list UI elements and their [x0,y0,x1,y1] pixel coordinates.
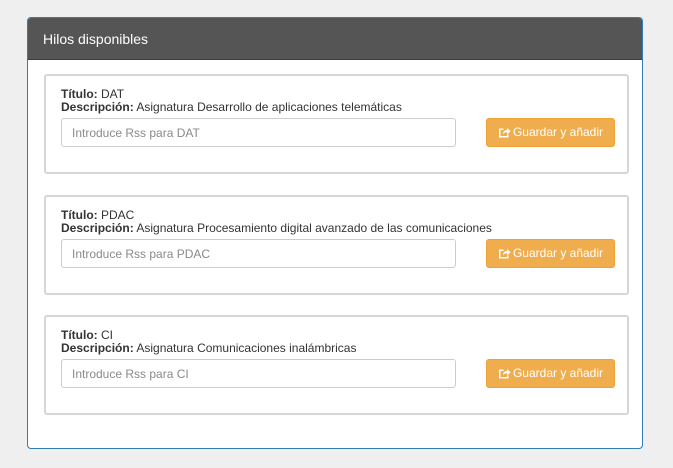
save-and-add-label: Guardar y añadir [512,366,604,380]
title-value: CI [101,328,113,342]
rss-input-dat[interactable] [61,118,456,147]
panel-title: Hilos disponibles [43,31,149,47]
description-label: Descripción: [61,341,134,355]
title-value: PDAC [101,208,135,222]
panel-heading: Hilos disponibles [28,18,642,60]
threads-panel: Hilos disponibles Título: DAT Descripció… [27,17,643,449]
rss-input-pdac[interactable] [61,239,456,268]
thread-card-dat: Título: DAT Descripción: Asignatura Desa… [44,74,629,174]
save-and-add-button-ci[interactable]: Guardar y añadir [486,359,615,388]
title-label: Título: [61,208,98,222]
save-and-add-label: Guardar y añadir [512,125,604,139]
thread-description: Descripción: Asignatura Procesamiento di… [61,221,492,235]
thread-description: Descripción: Asignatura Desarrollo de ap… [61,100,402,114]
thread-title: Título: DAT [61,87,124,101]
thread-title: Título: CI [61,328,113,342]
thread-description: Descripción: Asignatura Comunicaciones i… [61,341,356,355]
title-label: Título: [61,87,98,101]
thread-title: Título: PDAC [61,208,134,222]
share-icon [498,367,511,379]
share-icon [498,247,511,259]
title-value: DAT [101,87,125,101]
title-label: Título: [61,328,98,342]
thread-card-ci: Título: CI Descripción: Asignatura Comun… [44,315,629,415]
save-and-add-button-dat[interactable]: Guardar y añadir [486,118,615,147]
thread-card-pdac: Título: PDAC Descripción: Asignatura Pro… [44,195,629,295]
share-icon [498,126,511,138]
description-value: Asignatura Comunicaciones inalámbricas [136,341,357,355]
save-and-add-label: Guardar y añadir [512,246,604,260]
description-value: Asignatura Desarrollo de aplicaciones te… [136,100,402,114]
description-label: Descripción: [61,221,134,235]
save-and-add-button-pdac[interactable]: Guardar y añadir [486,239,615,268]
description-value: Asignatura Procesamiento digital avanzad… [136,221,492,235]
rss-input-ci[interactable] [61,359,456,388]
description-label: Descripción: [61,100,134,114]
